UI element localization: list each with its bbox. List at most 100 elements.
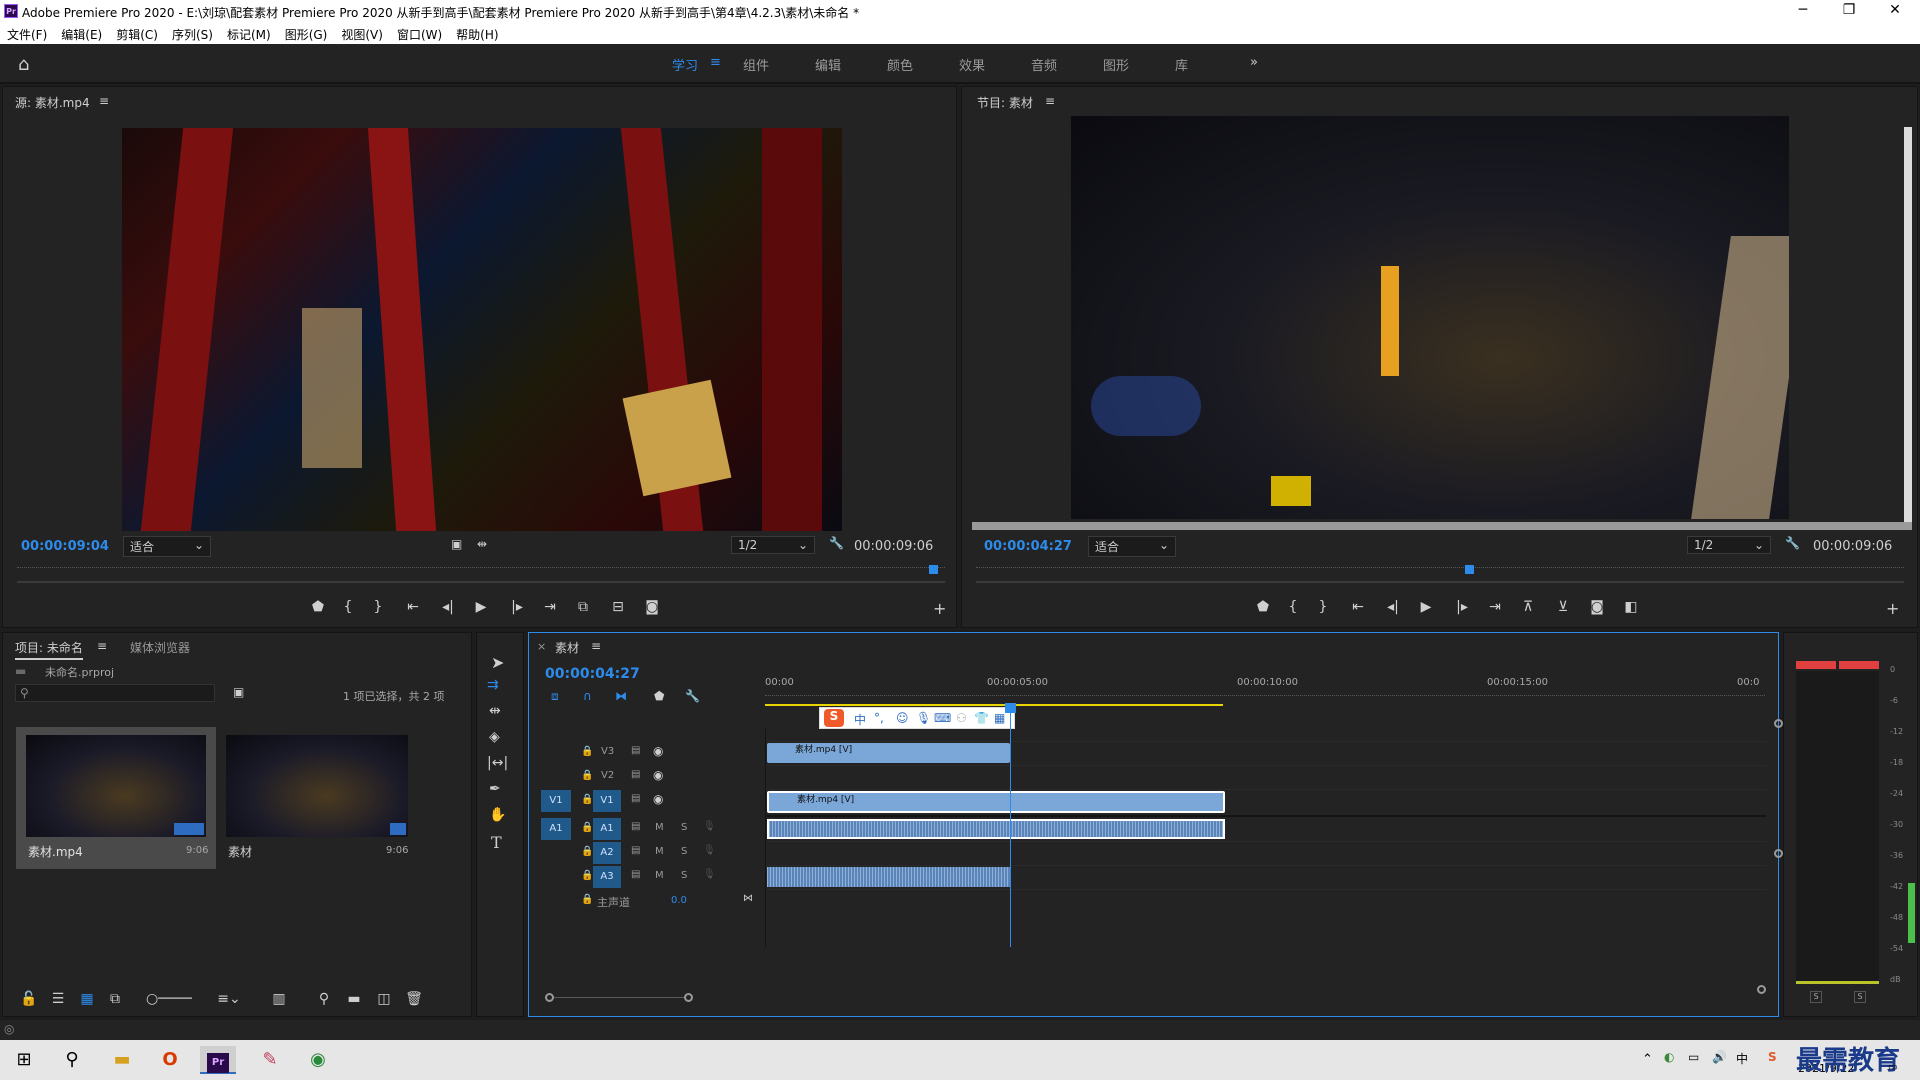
tray-chevron-up-icon[interactable]: ⌃	[1642, 1052, 1653, 1067]
nest-toggle-icon[interactable]: ⧈	[551, 689, 559, 704]
file-explorer-icon[interactable]: ▬	[104, 1046, 140, 1074]
mark-out-icon[interactable]: }	[1308, 599, 1338, 615]
menu-help[interactable]: 帮助(H)	[449, 22, 505, 43]
sync-lock-icon[interactable]: ▤	[631, 821, 640, 832]
insert-icon[interactable]: ⧉	[565, 599, 601, 615]
peak-indicator-left[interactable]	[1796, 661, 1836, 669]
solo-button[interactable]: S	[681, 870, 687, 881]
source-playhead[interactable]	[929, 565, 938, 574]
selection-tool-icon[interactable]: ➤	[491, 653, 504, 672]
extract-icon[interactable]: ⊻	[1546, 599, 1580, 615]
step-back-icon[interactable]: ◂|	[1378, 599, 1408, 615]
chrome-icon[interactable]: ◉	[300, 1046, 336, 1074]
source-patch-v1[interactable]: V1	[541, 790, 571, 812]
windows-start-icon[interactable]: ⊞	[6, 1046, 42, 1074]
workspace-graphics[interactable]: 图形	[1103, 55, 1129, 74]
track-label[interactable]: A1	[593, 818, 621, 840]
mute-button[interactable]: M	[655, 822, 664, 833]
pen-tool-icon[interactable]: ✒	[489, 781, 501, 797]
add-marker-icon[interactable]: ⬟	[303, 599, 333, 615]
track-area[interactable]: 素材.mp4 [V] 素材.mp4 [V]	[765, 703, 1783, 947]
program-playhead[interactable]	[1465, 565, 1474, 574]
work-area-bar[interactable]	[765, 704, 1223, 706]
notification-icon[interactable]: ▭	[1888, 1062, 1897, 1073]
sort-icons-icon[interactable]: ≡⌄	[209, 991, 249, 1007]
automate-to-sequence-icon[interactable]: ▥	[249, 991, 309, 1007]
microphone-icon[interactable]: 🎙	[703, 845, 716, 856]
solo-button[interactable]: S	[681, 846, 687, 857]
mark-out-icon[interactable]: }	[363, 599, 393, 615]
paint-app-icon[interactable]: ✎	[252, 1046, 288, 1074]
step-back-icon[interactable]: ◂|	[433, 599, 463, 615]
trash-icon[interactable]: 🗑	[399, 991, 429, 1007]
razor-tool-icon[interactable]: ◈	[489, 729, 500, 745]
freeform-view-icon[interactable]: ⧉	[101, 991, 129, 1007]
menu-marker[interactable]: 标记(M)	[220, 22, 278, 43]
program-zoom-bar[interactable]	[976, 581, 1904, 583]
new-item-icon[interactable]: ◫	[369, 991, 399, 1007]
source-monitor-title[interactable]: 源: 素材.mp4	[15, 94, 90, 111]
ime-skin-icon[interactable]: 👕	[974, 711, 989, 725]
microphone-icon[interactable]: 🎙	[703, 821, 716, 832]
lock-icon[interactable]: 🔒	[581, 794, 593, 805]
master-volume-value[interactable]: 0.0	[671, 895, 687, 906]
menu-edit[interactable]: 编辑(E)	[54, 22, 109, 43]
settings-wrench-icon[interactable]: 🔧	[829, 536, 844, 550]
project-item[interactable]: 素材 9:06	[220, 727, 420, 869]
project-tab[interactable]: 项目: 未命名	[15, 639, 83, 660]
minimize-icon[interactable]: ─	[1780, 2, 1826, 18]
sync-lock-icon[interactable]: ▤	[631, 845, 640, 856]
eye-icon[interactable]: ◉	[653, 792, 663, 806]
step-forward-icon[interactable]: |▸	[499, 599, 535, 615]
source-current-timecode[interactable]: 00:00:09:04	[21, 539, 109, 554]
workspace-audio[interactable]: 音频	[1031, 55, 1057, 74]
lock-icon[interactable]: 🔒	[581, 822, 593, 833]
add-marker-icon[interactable]: ⬟	[654, 689, 664, 703]
panel-menu-icon[interactable]: ≡	[99, 94, 109, 108]
new-bin-icon[interactable]: ▬	[339, 991, 369, 1007]
timeline-ruler[interactable]: 00:00 00:00:05:00 00:00:10:00 00:00:15:0…	[765, 677, 1765, 707]
workspace-effects[interactable]: 效果	[959, 55, 985, 74]
program-fit-dropdown[interactable]: 适合 ⌄	[1088, 536, 1176, 557]
timeline-timecode[interactable]: 00:00:04:27	[545, 666, 640, 682]
panel-menu-icon[interactable]: ≡	[591, 639, 601, 653]
step-forward-icon[interactable]: |▸	[1444, 599, 1480, 615]
ime-user-icon[interactable]: ⚇	[956, 711, 967, 725]
peak-indicator-right[interactable]	[1839, 661, 1879, 669]
lock-icon[interactable]: 🔒	[581, 870, 593, 881]
go-to-out-icon[interactable]: ⇥	[1480, 599, 1510, 615]
source-resolution-dropdown[interactable]: 1/2 ⌄	[731, 536, 815, 554]
ime-keyboard-icon[interactable]: ⌨	[934, 711, 951, 725]
source-zoom-bar[interactable]	[17, 581, 945, 583]
close-icon[interactable]: ✕	[1872, 2, 1918, 18]
workspace-libraries[interactable]: 库	[1175, 55, 1188, 74]
track-label[interactable]: V2	[601, 770, 614, 781]
clip-a1[interactable]	[767, 819, 1225, 839]
more-workspaces-icon[interactable]: »	[1250, 55, 1258, 70]
mark-in-icon[interactable]: {	[1278, 599, 1308, 615]
office-icon[interactable]: O	[152, 1046, 188, 1074]
zoom-slider[interactable]: ○────	[129, 991, 209, 1007]
menu-sequence[interactable]: 序列(S)	[165, 22, 220, 43]
button-editor-plus-icon[interactable]: +	[933, 599, 946, 618]
menu-graphics[interactable]: 图形(G)	[278, 22, 335, 43]
timeline-playhead[interactable]	[1005, 703, 1016, 713]
ime-mode-icon[interactable]: 中	[854, 711, 866, 728]
find-icon[interactable]: ⚲	[309, 991, 339, 1007]
restore-icon[interactable]: ❐	[1826, 2, 1872, 18]
export-frame-icon[interactable]: ◙	[1580, 599, 1614, 615]
track-label[interactable]: A3	[593, 866, 621, 888]
track-label[interactable]: A2	[593, 842, 621, 864]
list-view-icon[interactable]: ☰	[43, 991, 73, 1007]
network-icon[interactable]: ▭	[1688, 1050, 1699, 1064]
ime-emoji-icon[interactable]: ☺	[896, 711, 909, 725]
home-icon[interactable]: ⌂	[18, 54, 38, 75]
program-current-timecode[interactable]: 00:00:04:27	[984, 539, 1072, 554]
ime-tools-icon[interactable]: ▦	[994, 711, 1005, 725]
type-tool-icon[interactable]: T	[491, 833, 502, 852]
timeline-playhead-line[interactable]	[1010, 707, 1011, 947]
sync-lock-icon[interactable]: ▤	[631, 745, 640, 756]
lock-icon[interactable]: 🔒	[581, 746, 593, 757]
track-select-tool-icon[interactable]: ⇉	[487, 677, 499, 693]
lock-icon[interactable]: 🔓	[15, 991, 43, 1007]
